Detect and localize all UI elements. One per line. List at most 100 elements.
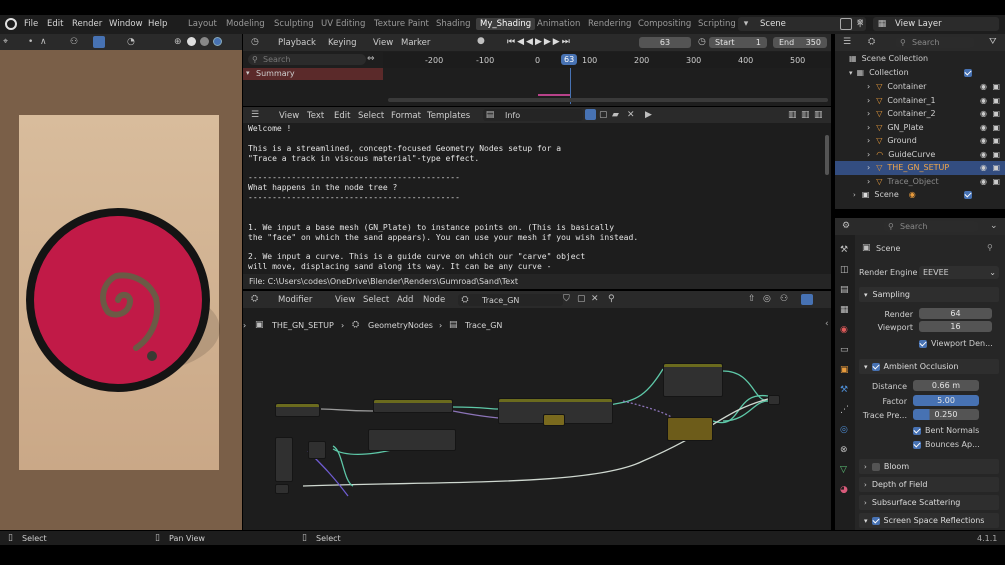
bloom-checkbox[interactable] [871, 462, 880, 471]
wireframe-icon[interactable]: ⊕ [174, 37, 182, 47]
include-checkbox[interactable] [964, 190, 972, 199]
modifier-tab-icon[interactable]: ⚒ [840, 385, 848, 395]
menu-window[interactable]: Window [109, 19, 143, 29]
open-folder-icon[interactable]: ▰ [612, 110, 619, 120]
chevron-right-icon[interactable]: › [867, 136, 870, 145]
node-math[interactable] [543, 414, 565, 426]
syntax-highlight-icon[interactable]: ▥ [814, 110, 823, 120]
data-tab-icon[interactable]: ▽ [840, 465, 847, 475]
outliner-row-collection[interactable]: ▾ ▦ Collection [835, 66, 1005, 80]
eye-icon[interactable]: ◉ [980, 109, 987, 118]
outliner-row-object[interactable]: › ◠ GuideCurve ◉ ▣ [835, 148, 1005, 162]
blender-logo-icon[interactable] [5, 18, 17, 30]
camera-icon[interactable]: ▣ [992, 136, 1000, 145]
end-frame-field[interactable]: End 350 [773, 37, 827, 48]
menu-format[interactable]: Format [391, 111, 421, 121]
ao-trace-field[interactable]: 0.250 [913, 409, 979, 420]
camera-icon[interactable]: ▣ [992, 109, 1000, 118]
ao-factor-field[interactable]: 5.00 [913, 395, 979, 406]
eye-icon[interactable]: ◉ [980, 123, 987, 132]
chevron-right-icon[interactable]: › [867, 177, 870, 186]
bloom-panel[interactable]: › Bloom [859, 459, 999, 474]
tab-compositing[interactable]: Compositing [638, 19, 691, 29]
tab-animation[interactable]: Animation [537, 19, 580, 29]
menu-marker[interactable]: Marker [401, 38, 430, 48]
stopwatch-icon[interactable]: ◷ [698, 37, 706, 47]
camera-icon[interactable]: ▣ [992, 96, 1000, 105]
falloff-icon[interactable]: ∧ [40, 37, 47, 47]
tab-texture-paint[interactable]: Texture Paint [374, 19, 429, 29]
node-transform[interactable] [308, 441, 326, 459]
ssr-checkbox[interactable] [871, 516, 880, 525]
scene-tab-icon[interactable]: ◉ [840, 325, 848, 335]
sampling-panel[interactable]: ▾ Sampling [859, 287, 999, 302]
menu-edit[interactable]: Edit [47, 19, 63, 29]
ao-enable-checkbox[interactable] [871, 362, 880, 371]
properties-icon[interactable]: ⚙ [842, 221, 850, 231]
view-layer-tab-icon[interactable]: ▦ [840, 305, 849, 315]
camera-icon[interactable]: ▣ [992, 150, 1000, 159]
outliner-row-object[interactable]: › ▽ Ground ◉ ▣ [835, 134, 1005, 148]
ssr-panel[interactable]: ▾ Screen Space Reflections [859, 513, 999, 528]
render-tab-icon[interactable]: ◫ [840, 265, 849, 275]
menu-file[interactable]: File [24, 19, 38, 29]
camera-icon[interactable]: ▣ [992, 163, 1000, 172]
autokey-icon[interactable]: ● [477, 36, 485, 46]
node-object-info[interactable] [275, 484, 289, 494]
tab-my-shading[interactable]: My_Shading [476, 18, 536, 30]
tab-scripting[interactable]: Scripting [698, 19, 736, 29]
node-group-input[interactable] [275, 403, 320, 417]
fake-user-icon[interactable] [585, 109, 596, 120]
outliner-row-object[interactable]: › ▽ GN_Plate ◉ ▣ [835, 121, 1005, 135]
eye-icon[interactable]: ◉ [980, 177, 987, 186]
chevron-right-icon[interactable]: › [867, 109, 870, 118]
menu-text[interactable]: Text [307, 111, 324, 121]
timeline-search[interactable]: ⚲ Search [248, 54, 366, 65]
solid-shading-icon[interactable] [187, 37, 196, 46]
viewport-denoise-checkbox[interactable]: Viewport Den... [919, 339, 993, 348]
tab-sculpting[interactable]: Sculpting [274, 19, 314, 29]
node-set-position[interactable] [663, 363, 723, 397]
menu-templates[interactable]: Templates [427, 111, 470, 121]
camera-icon[interactable]: ▣ [992, 82, 1000, 91]
subsurface-panel[interactable]: › Subsurface Scattering [859, 495, 999, 510]
ao-distance-field[interactable]: 0.66 m [913, 380, 979, 391]
eye-icon[interactable]: ◉ [980, 82, 987, 91]
tab-rendering[interactable]: Rendering [588, 19, 631, 29]
current-frame-field[interactable]: 63 [639, 37, 691, 48]
outliner-row-object[interactable]: › ▽ Container_1 ◉ ▣ [835, 94, 1005, 108]
view-layer-selector[interactable]: ▦ View Layer [873, 17, 999, 31]
ambient-occlusion-panel[interactable]: ▾ Ambient Occlusion [859, 359, 999, 374]
menu-keying[interactable]: Keying [328, 38, 357, 48]
playback-controls[interactable]: ⏮◀◀▶▶▶⏭ [507, 37, 572, 47]
camera-icon[interactable]: ▣ [992, 123, 1000, 132]
material-tab-icon[interactable]: ◕ [840, 485, 848, 495]
menu-playback[interactable]: Playback [278, 38, 316, 48]
new-scene-icon[interactable] [840, 18, 852, 30]
outliner-row-scene[interactable]: › ▣ Scene ◉ [835, 188, 1005, 202]
swap-icon[interactable]: ⇔ [367, 54, 375, 64]
eye-icon[interactable]: ◉ [980, 150, 987, 159]
new-text-icon[interactable]: ▢ [599, 110, 608, 120]
gizmo-icon[interactable]: ⚇ [70, 37, 78, 47]
word-wrap-icon[interactable]: ▥ [801, 110, 810, 120]
overlay-icon[interactable]: ◔ [127, 37, 135, 47]
menu-help[interactable]: Help [148, 19, 167, 29]
eye-icon[interactable]: ◉ [980, 163, 987, 172]
tab-modeling[interactable]: Modeling [226, 19, 265, 29]
material-shading-icon[interactable] [200, 37, 209, 46]
properties-search[interactable]: ⚲ Search [883, 221, 979, 232]
chevron-right-icon[interactable]: › [867, 82, 870, 91]
start-frame-field[interactable]: Start 1 [709, 37, 767, 48]
outliner-row-object[interactable]: › ▽ Container_2 ◉ ▣ [835, 107, 1005, 121]
filter-icon[interactable]: ⛛ [989, 37, 997, 47]
chevron-down-icon[interactable]: ⌄ [990, 221, 998, 231]
node-input-stack[interactable] [275, 437, 293, 482]
constraints-tab-icon[interactable]: ⊗ [840, 445, 848, 455]
tab-layout[interactable]: Layout [188, 19, 217, 29]
outliner-search[interactable]: ⚲ Search [895, 37, 975, 48]
outliner-icon[interactable]: ☰ [843, 37, 851, 47]
chevron-right-icon[interactable]: › [867, 123, 870, 132]
node-instance-on-points[interactable] [373, 399, 453, 413]
node-group-output[interactable] [768, 395, 780, 405]
